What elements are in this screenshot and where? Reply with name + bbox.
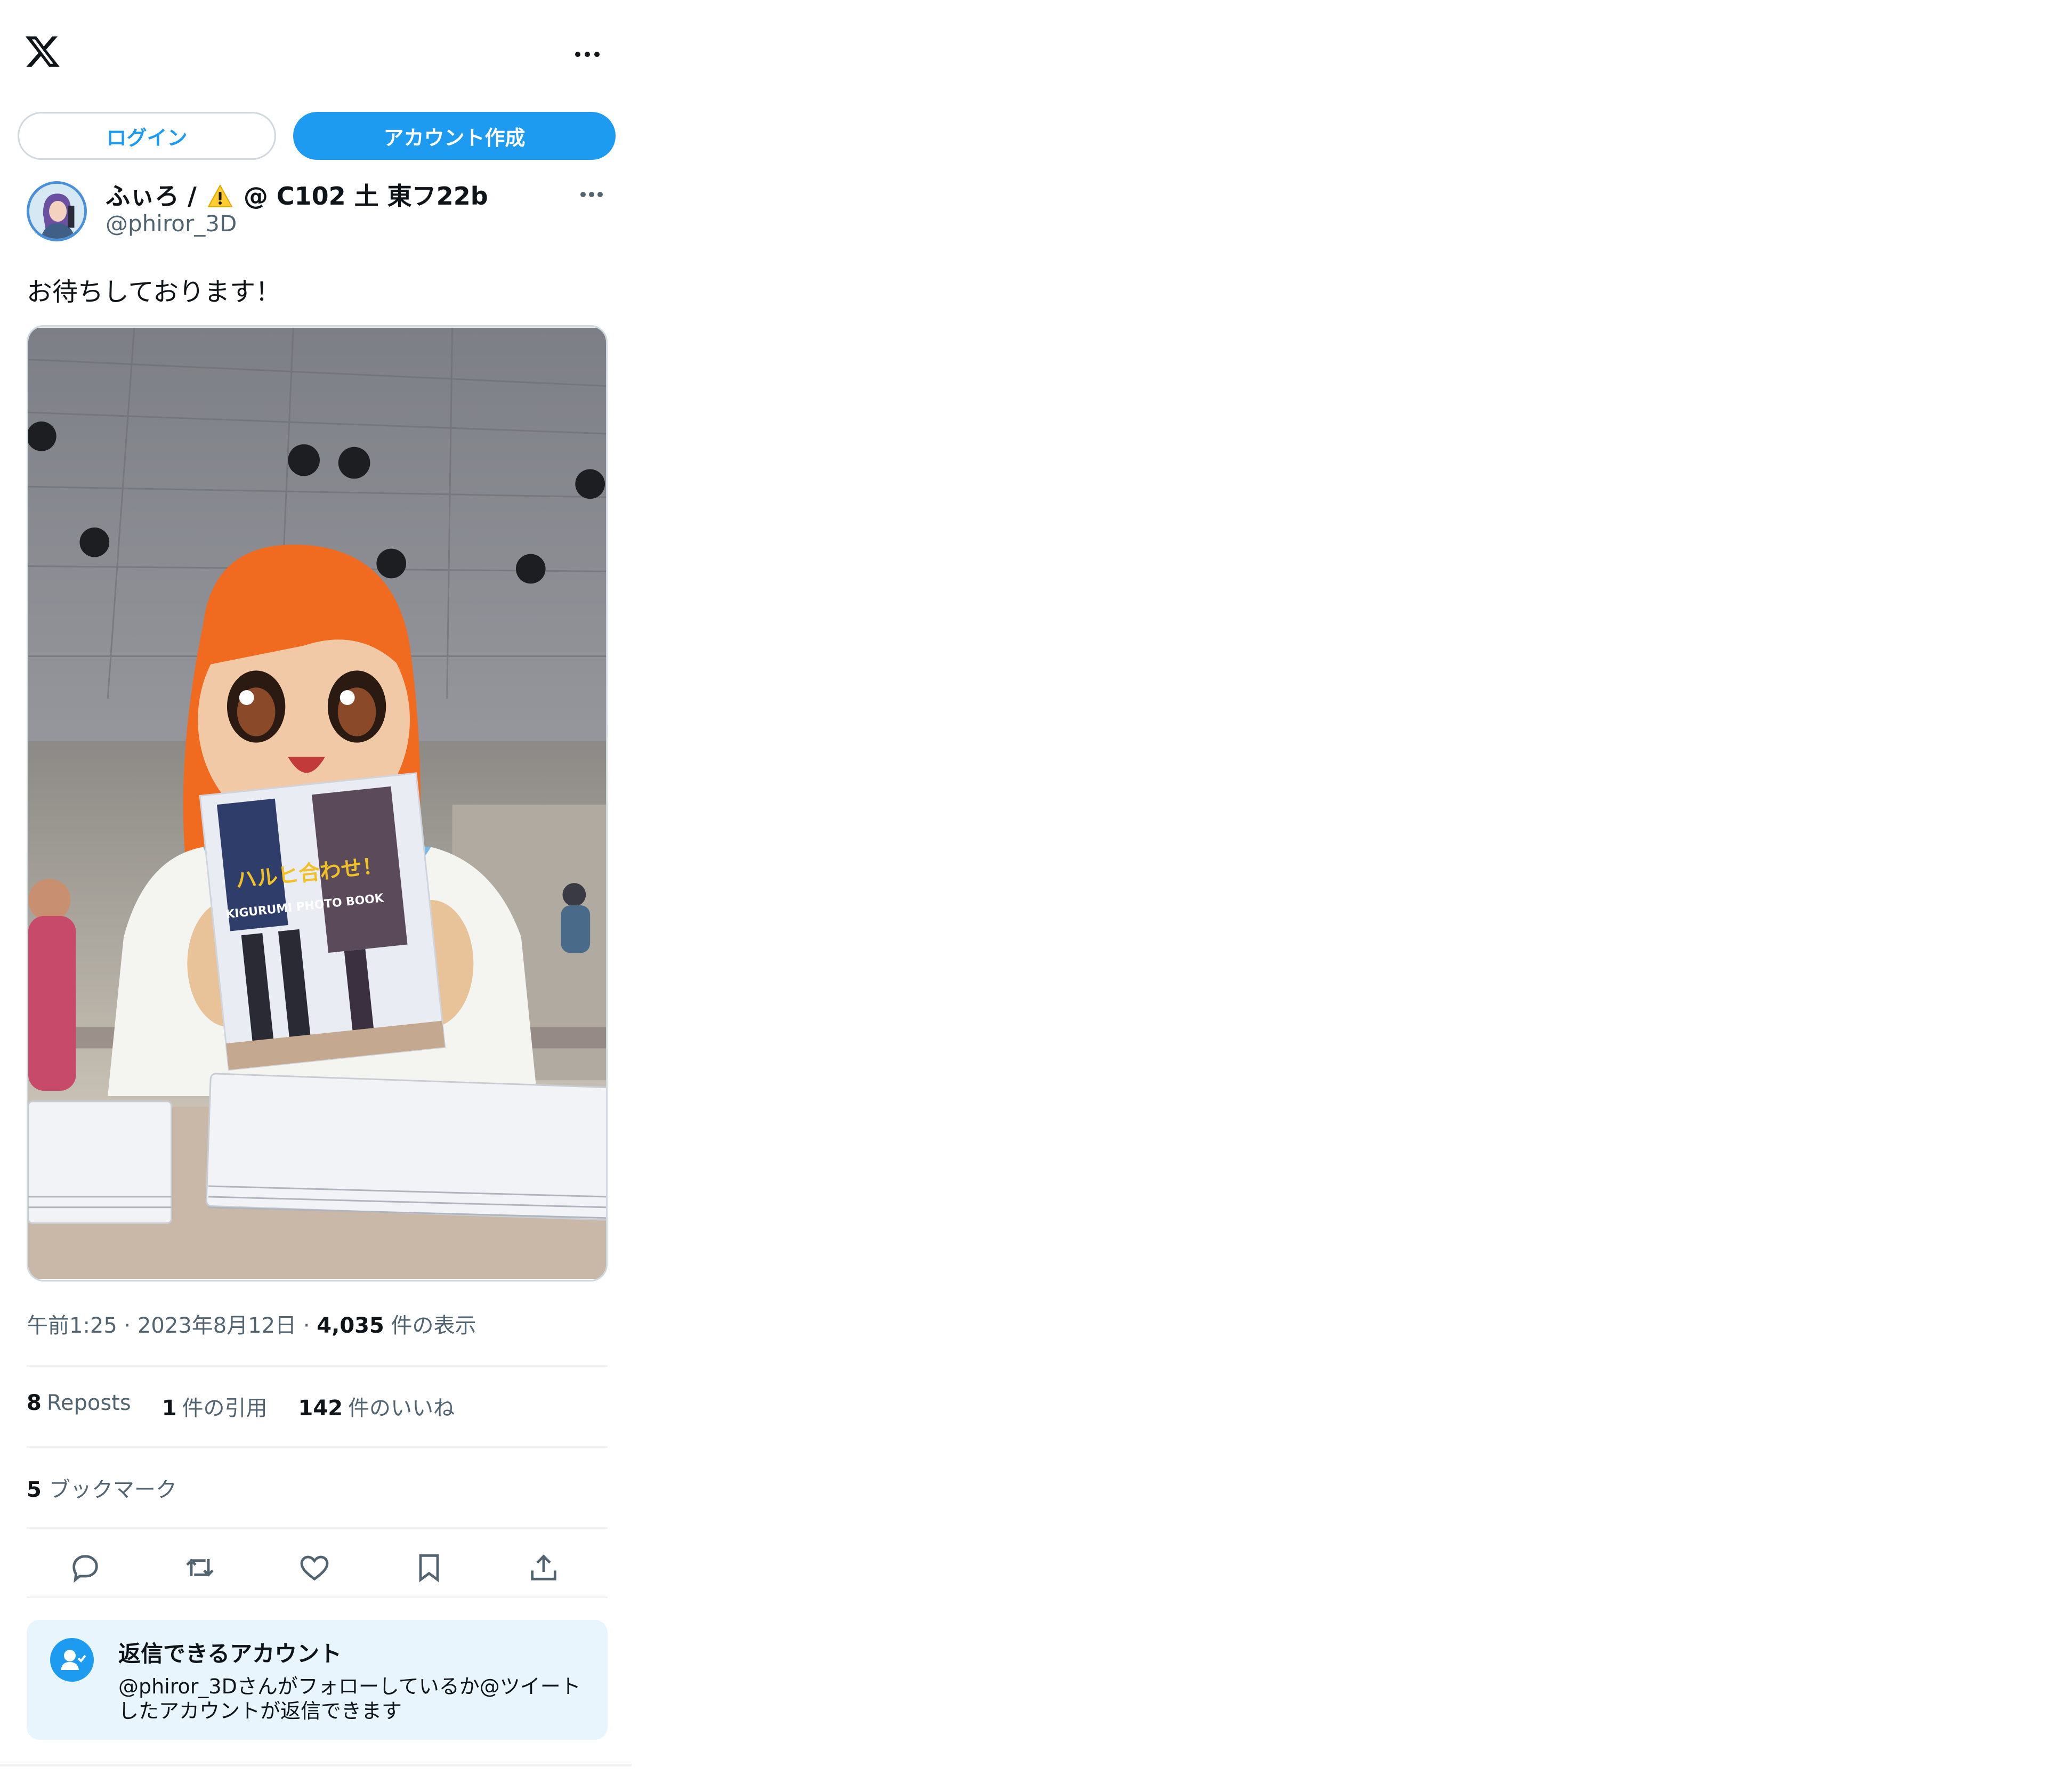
like-icon[interactable] [297, 1551, 332, 1585]
quotes-stat[interactable]: 1 件の引用 [162, 1391, 268, 1422]
x-logo-icon[interactable] [24, 33, 61, 70]
likes-label: 件のいいね [348, 1396, 455, 1421]
reposts-stat[interactable]: 8 Reposts [27, 1391, 131, 1422]
views-label: 件の表示 [391, 1313, 476, 1338]
bookmarks-count: 5 [27, 1478, 42, 1502]
user-check-icon [50, 1638, 94, 1682]
views-count: 4,035 [317, 1313, 384, 1338]
divider [27, 1446, 608, 1448]
quotes-count: 1 [161, 1396, 177, 1421]
tweet-photo[interactable]: ハルヒ合わせ！ KIGURUMI PHOTO BOOK [27, 325, 608, 1282]
avatar-illustration [29, 184, 84, 239]
reposts-label: Reposts [46, 1391, 131, 1415]
reply-restriction-notice: 返信できるアカウント @phiror_3Dさんがフォローしているか@ツイートした… [27, 1620, 608, 1740]
reposts-count: 8 [27, 1391, 42, 1415]
reply-restriction-description: @phiror_3Dさんがフォローしているか@ツイートしたアカウントが返信できま… [118, 1675, 581, 1723]
display-name-prefix: ふぃろ / [106, 182, 197, 210]
reply-restriction-title: 返信できるアカウント [118, 1641, 342, 1667]
divider [27, 1365, 608, 1367]
post-more-icon[interactable] [576, 187, 608, 202]
bookmarks-stat: 5 ブックマーク [27, 1472, 177, 1503]
bookmark-icon[interactable] [412, 1551, 446, 1585]
user-handle[interactable]: @phiror_3D [106, 210, 237, 237]
meta-dot: · [303, 1313, 317, 1338]
likes-count: 142 [298, 1396, 343, 1421]
page: ログイン アカウント作成 ふぃろ / @ C102 土 東フ22b @phiro… [0, 0, 2053, 1792]
reply-icon[interactable] [68, 1551, 102, 1585]
meta-dot: · [124, 1313, 138, 1338]
action-bar [27, 1540, 608, 1593]
display-name-suffix: @ C102 土 東フ22b [243, 182, 488, 210]
signup-button[interactable]: アカウント作成 [293, 112, 616, 160]
quotes-label: 件の引用 [182, 1396, 268, 1421]
display-name[interactable]: ふぃろ / @ C102 土 東フ22b [106, 177, 488, 212]
engagement-stats: 8 Reposts 1 件の引用 142 件のいいね [27, 1391, 455, 1422]
login-button[interactable]: ログイン [18, 112, 276, 160]
divider [27, 1527, 608, 1529]
avatar[interactable] [27, 181, 87, 241]
tweet-text: お待ちしております！ [27, 277, 281, 307]
share-icon[interactable] [527, 1551, 561, 1585]
warning-icon [207, 184, 233, 207]
repost-icon[interactable] [183, 1551, 217, 1585]
photo-illustration: ハルヒ合わせ！ KIGURUMI PHOTO BOOK [28, 327, 606, 1279]
more-horizontal-icon[interactable] [571, 44, 603, 65]
tweet-time[interactable]: 午前1:25 [27, 1313, 117, 1338]
tweet-date[interactable]: 2023年8月12日 [138, 1313, 296, 1338]
divider [27, 1596, 608, 1598]
tweet-meta: 午前1:25 · 2023年8月12日 · 4,035 件の表示 [27, 1308, 476, 1339]
likes-stat[interactable]: 142 件のいいね [298, 1391, 455, 1422]
bookmarks-label: ブックマーク [49, 1478, 177, 1502]
tweet-column: ログイン アカウント作成 ふぃろ / @ C102 土 東フ22b @phiro… [0, 0, 632, 1766]
